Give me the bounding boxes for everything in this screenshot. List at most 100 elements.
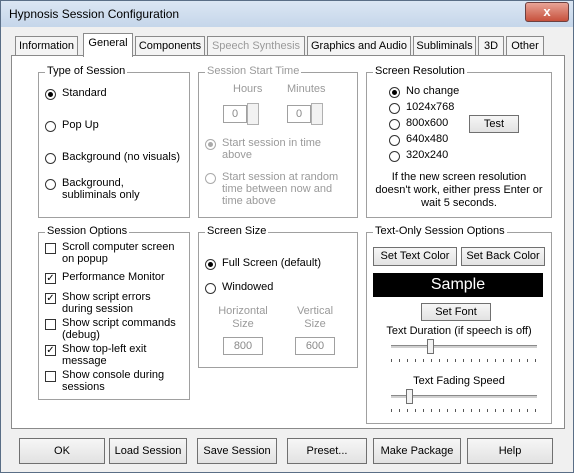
radio-icon bbox=[389, 103, 400, 114]
minutes-label: Minutes bbox=[287, 83, 326, 95]
radio-windowed[interactable]: Windowed bbox=[205, 281, 273, 294]
radio-popup[interactable]: Pop Up bbox=[45, 119, 99, 132]
help-button[interactable]: Help bbox=[467, 438, 553, 464]
type-of-session-group: Type of Session Standard Pop Up Backgrou… bbox=[38, 65, 190, 218]
session-options-group: Session Options Scroll computer screen o… bbox=[38, 225, 190, 400]
horizontal-size-input: 800 bbox=[223, 337, 263, 355]
option-label: 800x600 bbox=[406, 117, 449, 129]
option-label: Performance Monitor bbox=[62, 271, 165, 283]
check-scroll-screen[interactable]: Scroll computer screen on popup bbox=[45, 241, 183, 265]
radio-full-screen[interactable]: Full Screen (default) bbox=[205, 257, 321, 270]
hours-spinner bbox=[247, 103, 259, 125]
radio-icon bbox=[205, 139, 216, 150]
radio-icon bbox=[45, 89, 56, 100]
radio-start-random: Start session at random time between now… bbox=[205, 171, 351, 207]
radio-icon bbox=[45, 153, 56, 164]
text-duration-slider[interactable] bbox=[427, 339, 435, 354]
option-label: Start session at random time between now… bbox=[222, 171, 339, 207]
group-title: Screen Size bbox=[205, 225, 269, 237]
make-package-button[interactable]: Make Package bbox=[373, 438, 461, 464]
radio-800x600[interactable]: 800x600 bbox=[389, 117, 448, 130]
vertical-size-label: Vertical Size bbox=[296, 305, 334, 330]
text-fading-label: Text Fading Speed bbox=[413, 375, 505, 387]
text-fading-track bbox=[391, 395, 537, 399]
resolution-note: If the new screen resolution doesn't wor… bbox=[375, 171, 543, 209]
text-duration-label: Text Duration (if speech is off) bbox=[386, 325, 532, 337]
option-label: No change bbox=[406, 85, 460, 97]
check-script-errors[interactable]: ✓ Show script errors during session bbox=[45, 291, 183, 315]
general-panel: Type of Session Standard Pop Up Backgrou… bbox=[11, 55, 565, 429]
option-label: Background, subliminals only bbox=[62, 177, 140, 201]
screen-size-group: Screen Size Full Screen (default) Window… bbox=[198, 225, 358, 368]
radio-icon bbox=[389, 119, 400, 130]
group-title: Session Options bbox=[45, 225, 130, 237]
radio-icon bbox=[205, 259, 216, 270]
close-button[interactable]: x bbox=[525, 2, 569, 22]
check-performance-monitor[interactable]: ✓ Performance Monitor bbox=[45, 271, 165, 284]
option-label: 320x240 bbox=[406, 149, 449, 161]
check-exit-message[interactable]: ✓ Show top-left exit message bbox=[45, 343, 183, 367]
window-title: Hypnosis Session Configuration bbox=[9, 7, 180, 21]
option-label: 1024x768 bbox=[406, 101, 455, 113]
tab-information[interactable]: Information bbox=[15, 36, 78, 56]
option-label: Show script errors during session bbox=[62, 291, 151, 315]
tab-graphics-audio[interactable]: Graphics and Audio bbox=[307, 36, 411, 56]
radio-320x240[interactable]: 320x240 bbox=[389, 149, 448, 162]
option-label: Scroll computer screen on popup bbox=[62, 241, 175, 265]
tab-subliminals[interactable]: Subliminals bbox=[413, 36, 476, 56]
radio-icon bbox=[205, 173, 216, 184]
group-title: Text-Only Session Options bbox=[373, 225, 507, 237]
config-window: Hypnosis Session Configuration x Informa… bbox=[0, 0, 574, 473]
radio-icon bbox=[45, 121, 56, 132]
option-label: Full Screen (default) bbox=[222, 257, 322, 269]
check-show-console[interactable]: Show console during sessions bbox=[45, 369, 183, 393]
option-label: Windowed bbox=[222, 281, 274, 293]
radio-background-subliminals[interactable]: Background, subliminals only bbox=[45, 177, 175, 201]
tab-3d[interactable]: 3D bbox=[478, 36, 504, 56]
tab-speech-synthesis: Speech Synthesis bbox=[207, 36, 305, 56]
option-label: Standard bbox=[62, 87, 107, 99]
tab-components[interactable]: Components bbox=[135, 36, 205, 56]
text-only-options-group: Text-Only Session Options Set Text Color… bbox=[366, 225, 552, 424]
minutes-input: 0 bbox=[287, 105, 311, 123]
test-button[interactable]: Test bbox=[469, 115, 519, 133]
option-label: Background (no visuals) bbox=[62, 151, 181, 163]
minutes-spinner bbox=[311, 103, 323, 125]
option-label: Pop Up bbox=[62, 119, 99, 131]
check-script-commands[interactable]: Show script commands (debug) bbox=[45, 317, 183, 341]
set-text-color-button[interactable]: Set Text Color bbox=[373, 247, 457, 266]
set-back-color-button[interactable]: Set Back Color bbox=[461, 247, 545, 266]
radio-1024x768[interactable]: 1024x768 bbox=[389, 101, 454, 114]
text-fading-slider[interactable] bbox=[405, 389, 413, 404]
tab-other[interactable]: Other bbox=[506, 36, 544, 56]
group-title: Type of Session bbox=[45, 65, 128, 77]
radio-no-change[interactable]: No change bbox=[389, 85, 459, 98]
load-session-button[interactable]: Load Session bbox=[109, 438, 187, 464]
option-label: Show script commands (debug) bbox=[62, 317, 176, 341]
checkmark-icon: ✓ bbox=[45, 345, 56, 356]
radio-icon bbox=[45, 179, 56, 190]
preset-button[interactable]: Preset... bbox=[287, 438, 367, 464]
radio-640x480[interactable]: 640x480 bbox=[389, 133, 448, 146]
radio-start-in-time: Start session in time above bbox=[205, 137, 345, 161]
tab-general[interactable]: General bbox=[83, 33, 133, 57]
radio-standard[interactable]: Standard bbox=[45, 87, 107, 100]
vertical-size-input: 600 bbox=[295, 337, 335, 355]
save-session-button[interactable]: Save Session bbox=[197, 438, 277, 464]
horizontal-size-label: Horizontal Size bbox=[218, 305, 268, 330]
radio-icon bbox=[389, 87, 400, 98]
checkbox-icon bbox=[45, 371, 56, 382]
option-label: Show top-left exit message bbox=[62, 343, 147, 367]
checkbox-icon bbox=[45, 243, 56, 254]
group-title: Screen Resolution bbox=[373, 65, 467, 77]
radio-icon bbox=[389, 151, 400, 162]
radio-background[interactable]: Background (no visuals) bbox=[45, 151, 180, 164]
session-start-time-group: Session Start Time Hours Minutes 0 0 Sta… bbox=[198, 65, 358, 218]
checkbox-icon bbox=[45, 319, 56, 330]
title-bar[interactable]: Hypnosis Session Configuration x bbox=[1, 1, 573, 27]
set-font-button[interactable]: Set Font bbox=[421, 303, 491, 321]
hours-input: 0 bbox=[223, 105, 247, 123]
radio-icon bbox=[205, 283, 216, 294]
ok-button[interactable]: OK bbox=[19, 438, 105, 464]
text-fading-ticks bbox=[391, 409, 537, 412]
